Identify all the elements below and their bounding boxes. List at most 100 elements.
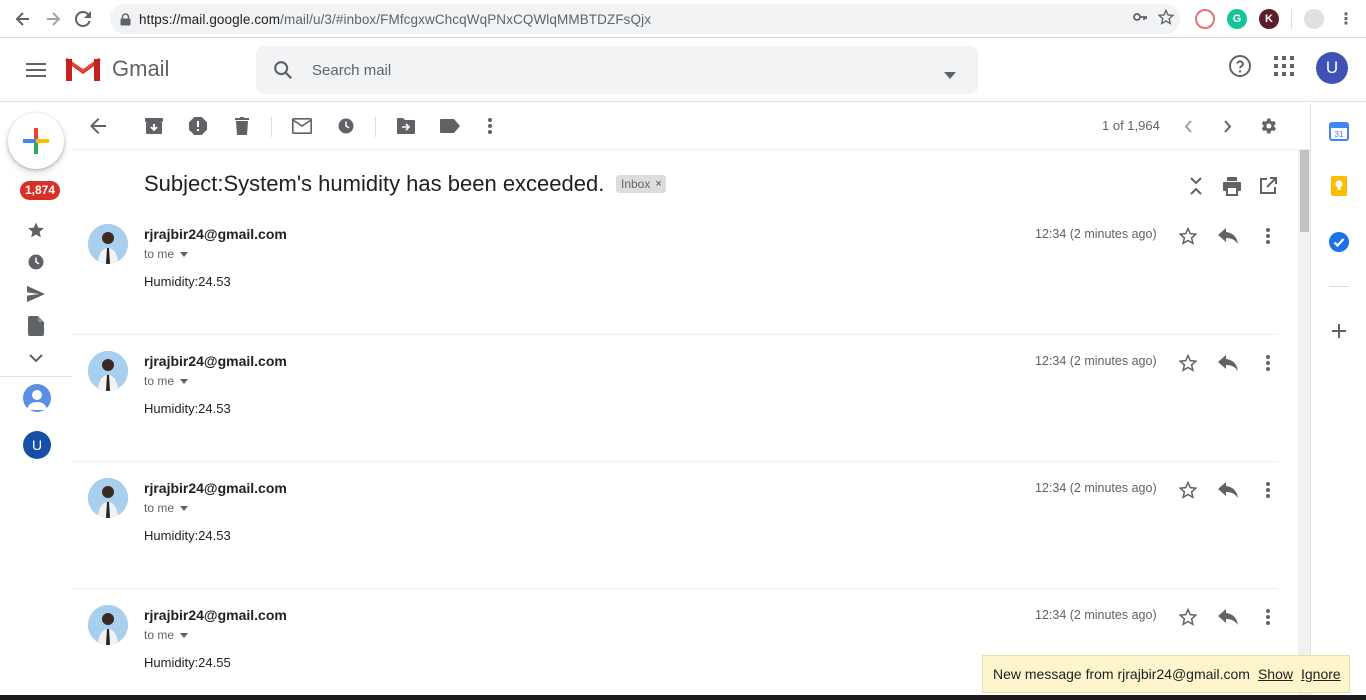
reload-icon[interactable] bbox=[68, 4, 98, 34]
caret-down-icon bbox=[180, 251, 189, 257]
url-host: https://mail.google.com bbox=[139, 11, 281, 27]
message-more-icon[interactable] bbox=[1256, 605, 1280, 629]
extension-label: G bbox=[1232, 13, 1242, 25]
collapse-all-icon[interactable] bbox=[1184, 174, 1208, 203]
sender-avatar bbox=[88, 605, 128, 645]
get-addons-plus-icon[interactable] bbox=[1329, 321, 1349, 341]
sender-avatar bbox=[88, 351, 128, 391]
recipient-text: to me bbox=[144, 374, 175, 388]
remove-label-x[interactable]: × bbox=[655, 178, 661, 190]
search-options-caret-icon[interactable] bbox=[944, 66, 956, 84]
inbox-unread-badge[interactable]: 1,874 bbox=[20, 181, 61, 200]
sender-address: rjrajbir24@gmail.com bbox=[144, 607, 287, 623]
reply-icon[interactable] bbox=[1216, 351, 1240, 375]
calendar-icon[interactable]: 31 bbox=[1329, 121, 1349, 141]
key-icon[interactable] bbox=[1132, 9, 1148, 30]
more-chevron-down-icon[interactable] bbox=[24, 346, 48, 370]
apps-grid-icon[interactable] bbox=[1274, 55, 1294, 81]
snoozed-clock-icon[interactable] bbox=[24, 250, 48, 274]
main-menu-icon[interactable] bbox=[20, 54, 52, 86]
open-new-window-icon[interactable] bbox=[1256, 174, 1280, 203]
browser-menu-icon[interactable]: ⋮ bbox=[1336, 9, 1356, 29]
mark-unread-envelope-icon[interactable] bbox=[290, 114, 314, 138]
rail-divider bbox=[0, 376, 72, 377]
extension-label: K bbox=[1265, 13, 1273, 25]
profile-icon[interactable] bbox=[1304, 9, 1324, 29]
sender-avatar bbox=[88, 224, 128, 264]
left-navigation-rail: 1,874 U bbox=[0, 103, 72, 700]
extensions-area: G K ⋮ bbox=[1189, 0, 1366, 38]
reply-icon[interactable] bbox=[1216, 478, 1240, 502]
message-item[interactable]: rjrajbir24@gmail.com to me Humidity:24.5… bbox=[72, 208, 1278, 335]
back-to-inbox-arrow-icon[interactable] bbox=[86, 114, 110, 138]
help-icon[interactable] bbox=[1228, 54, 1252, 83]
address-bar[interactable]: https://mail.google.com/mail/u/3/#inbox/… bbox=[110, 4, 1180, 34]
reply-icon[interactable] bbox=[1216, 605, 1240, 629]
browser-nav bbox=[8, 4, 98, 34]
search-input[interactable] bbox=[312, 61, 912, 79]
ignore-link[interactable]: Ignore bbox=[1301, 666, 1341, 682]
more-actions-icon[interactable] bbox=[478, 114, 502, 138]
back-arrow-icon[interactable] bbox=[8, 4, 38, 34]
url-path: /mail/u/3/#inbox/FMfcgxwChcqWqPNxCQWlqMM… bbox=[280, 11, 652, 27]
sender-avatar bbox=[88, 478, 128, 518]
side-panel: 31 bbox=[1310, 103, 1366, 700]
drafts-icon[interactable] bbox=[24, 314, 48, 338]
label-chip-text: Inbox bbox=[621, 177, 651, 191]
message-item[interactable]: rjrajbir24@gmail.com to me Humidity:24.5… bbox=[72, 462, 1278, 589]
bookmark-star-icon[interactable] bbox=[1157, 8, 1175, 30]
new-message-notification: New message from rjrajbir24@gmail.com Sh… bbox=[982, 655, 1350, 693]
print-icon[interactable] bbox=[1220, 174, 1244, 203]
caret-down-icon bbox=[180, 632, 189, 638]
keep-bulb-icon[interactable] bbox=[1329, 176, 1349, 196]
sent-icon[interactable] bbox=[24, 282, 48, 306]
compose-button[interactable] bbox=[8, 113, 64, 169]
recipient-details[interactable]: to me bbox=[144, 374, 189, 388]
extension-k-icon[interactable]: K bbox=[1259, 9, 1279, 29]
archive-icon[interactable] bbox=[142, 114, 166, 138]
move-to-folder-icon[interactable] bbox=[394, 114, 418, 138]
thread-scrollbar[interactable] bbox=[1298, 150, 1310, 700]
inbox-label-chip[interactable]: Inbox × bbox=[616, 175, 666, 193]
gmail-logo[interactable]: Gmail bbox=[64, 55, 169, 83]
svg-text:31: 31 bbox=[1335, 130, 1344, 139]
message-body: Humidity:24.55 bbox=[144, 655, 231, 670]
star-icon[interactable] bbox=[1176, 224, 1200, 248]
message-item[interactable]: rjrajbir24@gmail.com to me Humidity:24.5… bbox=[72, 335, 1278, 462]
sender-address: rjrajbir24@gmail.com bbox=[144, 353, 287, 369]
lock-icon bbox=[120, 12, 131, 26]
report-spam-icon[interactable] bbox=[186, 114, 210, 138]
extension-grammarly-icon[interactable]: G bbox=[1227, 9, 1247, 29]
star-icon[interactable] bbox=[1176, 351, 1200, 375]
thread-subject: Subject:System's humidity has been excee… bbox=[144, 171, 605, 196]
app-name: Gmail bbox=[112, 56, 170, 81]
notification-text: New message from rjrajbir24@gmail.com bbox=[993, 666, 1250, 682]
message-more-icon[interactable] bbox=[1256, 224, 1280, 248]
recipient-details[interactable]: to me bbox=[144, 501, 189, 515]
reply-icon[interactable] bbox=[1216, 224, 1240, 248]
delete-trash-icon[interactable] bbox=[230, 114, 254, 138]
extension-no-icon[interactable] bbox=[1195, 9, 1215, 29]
starred-icon[interactable] bbox=[24, 218, 48, 242]
recipient-details[interactable]: to me bbox=[144, 628, 189, 642]
recipient-details[interactable]: to me bbox=[144, 247, 189, 261]
older-chevron-right-icon[interactable] bbox=[1216, 114, 1240, 138]
account-avatar[interactable]: U bbox=[1316, 52, 1348, 84]
snooze-clock-icon[interactable] bbox=[334, 114, 358, 138]
show-link[interactable]: Show bbox=[1258, 666, 1293, 682]
forward-arrow-icon[interactable] bbox=[38, 4, 68, 34]
star-icon[interactable] bbox=[1176, 605, 1200, 629]
hangouts-person-icon[interactable] bbox=[23, 384, 51, 412]
search-icon[interactable] bbox=[272, 59, 294, 81]
settings-gear-icon[interactable] bbox=[1256, 114, 1280, 138]
message-more-icon[interactable] bbox=[1256, 478, 1280, 502]
star-icon[interactable] bbox=[1176, 478, 1200, 502]
compose-plus-icon bbox=[23, 128, 49, 154]
scrollbar-thumb[interactable] bbox=[1300, 150, 1309, 232]
message-more-icon[interactable] bbox=[1256, 351, 1280, 375]
label-tag-icon[interactable] bbox=[438, 114, 462, 138]
hangouts-account-avatar[interactable]: U bbox=[23, 431, 51, 459]
tasks-check-icon[interactable] bbox=[1329, 232, 1349, 252]
newer-chevron-left-icon[interactable] bbox=[1176, 114, 1200, 138]
caret-down-icon bbox=[180, 378, 189, 384]
